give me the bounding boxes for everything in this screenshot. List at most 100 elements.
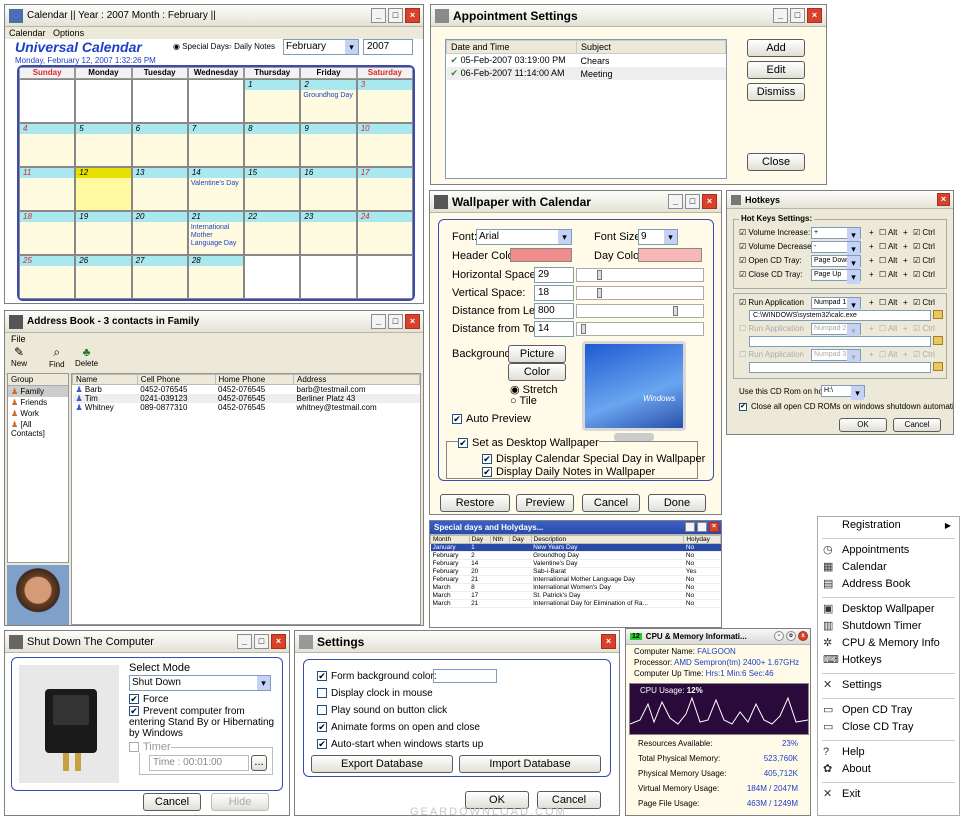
cancel-button[interactable]: Cancel [893,418,941,432]
slider-thumb[interactable] [673,306,678,316]
mode-select[interactable]: Shut Down [129,675,271,691]
hotkey-key-select[interactable]: Page Down [811,255,861,270]
tile-radio[interactable]: ○ Tile [510,395,537,407]
alt-checkbox[interactable]: ☐ Alt [879,298,897,307]
group-item[interactable]: ♟ Work [8,408,68,419]
menu-item-settings[interactable]: ✕ Settings [818,677,959,694]
export-database-button[interactable]: Export Database [311,755,453,773]
ctrl-checkbox[interactable]: ☑ Ctrl [913,242,935,251]
menu-item-calendar[interactable]: ▦ Calendar [818,559,959,576]
picture-button[interactable]: Picture [508,345,566,363]
wallpaper-titlebar[interactable]: Wallpaper with Calendar _ □ × [430,191,721,213]
minimize-icon[interactable]: _ [371,314,386,329]
table-row[interactable]: ♟ Tim 0241-039123 0452-076545 Berliner Plat… [72,394,420,403]
cdrom-select[interactable]: H:\ [821,385,865,400]
calendar-day-cell[interactable]: 6 [131,123,188,167]
month-select[interactable]: February [283,39,359,55]
color-button[interactable]: Color [508,363,566,381]
table-row[interactable]: ♟ Whitney 089-0877310 0452-076545 whitney@t… [73,403,420,412]
calendar-day-cell[interactable]: 26 [75,255,132,299]
appointment-list[interactable]: Date and Time Subject ✔ 05-Feb-2007 03:19… [445,39,727,179]
table-row[interactable]: March 17 St. Patrick's Day No [430,591,721,600]
shutdown-titlebar[interactable]: Shut Down The Computer _ □ × [5,631,289,653]
run-key-select[interactable]: Numpad 2 [811,323,861,338]
column-header[interactable]: Month [430,535,470,544]
table-row[interactable]: February 20 Sab-i-Barat Yes [430,567,721,576]
setting-checkbox[interactable]: Play sound on button click [317,705,447,716]
maximize-icon[interactable]: □ [685,194,700,209]
maximize-icon[interactable]: □ [697,522,707,532]
table-row[interactable]: January 1 New Years Day No [430,543,721,552]
calendar-day-cell[interactable]: 13 [131,167,188,211]
hotkey-key-select[interactable]: - [811,241,861,256]
alt-checkbox[interactable]: ☐ Alt [879,270,897,279]
menu-options[interactable]: Options [53,28,84,38]
event-label[interactable]: Valentine's Day [191,180,239,188]
hotkey-action-checkbox[interactable]: ☑ Open CD Tray: [739,256,802,265]
import-database-button[interactable]: Import Database [459,755,601,773]
calendar-day-cell[interactable]: 19 [75,211,132,255]
minimize-icon[interactable]: - [774,631,784,641]
calendar-day-cell[interactable]: 9 [300,123,357,167]
setting-checkbox[interactable]: ✔ Animate forms on open and close [317,722,480,733]
close-icon[interactable]: x [798,631,808,641]
timer-checkbox[interactable]: Timer [129,741,171,753]
dismiss-button[interactable]: Dismiss [747,83,805,101]
menu-item-close-cd-tray[interactable]: ▭ Close CD Tray [818,719,959,736]
table-row[interactable]: ♟ Barb 0452-076545 0452-076545 barb@testmai… [73,385,420,394]
calendar-day-cell[interactable]: 2 Groundhog Day [300,79,357,123]
ctrl-checkbox[interactable]: ☑ Ctrl [913,324,935,333]
calendar-day-cell[interactable]: 8 [244,123,301,167]
calendar-day-cell[interactable]: 15 [244,167,301,211]
run-key-select[interactable]: Numpad 1 [811,297,861,312]
group-item[interactable]: ♟ Family [8,386,68,397]
slider-thumb[interactable] [597,270,602,280]
column-header[interactable]: Address [293,374,420,385]
close-icon[interactable]: × [709,522,719,532]
menu-file[interactable]: File [5,333,423,345]
calendar-day-cell[interactable]: 20 [131,211,188,255]
table-row[interactable]: February 2 Groundhog Day No [430,551,721,560]
calendar-titlebar[interactable]: Calendar || Year : 2007 Month : February… [5,5,423,27]
close-all-checkbox[interactable]: ✔ Close all open CD ROMs on windows shutd… [739,402,953,411]
hotkeys-titlebar[interactable]: Hotkeys × [727,191,953,209]
table-row[interactable]: March 8 International Women's Day No [430,583,721,592]
setting-checkbox[interactable]: Display clock in mouse [317,688,433,699]
ctrl-checkbox[interactable]: ☑ Ctrl [913,270,935,279]
calendar-day-cell[interactable]: 23 [300,211,357,255]
slider-value-input[interactable]: 800 [534,303,574,319]
calendar-day-cell[interactable]: 17 [356,167,413,211]
table-row[interactable]: ✔ 06-Feb-2007 11:14:00 AM Meeting [446,67,726,80]
alt-checkbox[interactable]: ☐ Alt [879,350,897,359]
menu-item-exit[interactable]: ✕ Exit [818,786,959,803]
ctrl-checkbox[interactable]: ☑ Ctrl [913,256,935,265]
alt-checkbox[interactable]: ☐ Alt [879,324,897,333]
menu-item-cpu-memory-info[interactable]: ✲ CPU & Memory Info [818,635,959,652]
minimize-icon[interactable]: _ [773,8,788,23]
col-subject[interactable]: Subject [576,40,726,54]
group-item[interactable]: ♟ [All Contacts] [8,419,68,439]
calendar-day-cell[interactable]: 11 [19,167,76,211]
calendar-day-cell[interactable]: 16 [300,167,357,211]
minimize-icon[interactable]: _ [371,8,386,23]
ctrl-checkbox[interactable]: ☑ Ctrl [913,350,935,359]
alt-checkbox[interactable]: ☐ Alt [879,242,897,251]
mode-radio-special[interactable]: ◉ Special Days [173,42,229,51]
calendar-day-cell[interactable]: 1 [244,79,301,123]
menu-item-open-cd-tray[interactable]: ▭ Open CD Tray [818,702,959,719]
mode-radio-notes[interactable]: ○ Daily Notes [227,42,275,51]
preview-button[interactable]: Preview [516,494,574,512]
slider-thumb[interactable] [597,288,602,298]
close-icon[interactable]: × [601,634,616,649]
menu-item-about[interactable]: ✿ About [818,761,959,778]
folder-icon[interactable] [933,310,943,319]
menu-item-appointments[interactable]: ◷ Appointments [818,542,959,559]
folder-icon[interactable] [933,362,943,371]
menu-item-desktop-wallpaper[interactable]: ▣ Desktop Wallpaper [818,601,959,618]
alt-checkbox[interactable]: ☐ Alt [879,228,897,237]
special-titlebar[interactable]: Special days and Holydays... _ □ × [430,521,721,535]
folder-icon[interactable] [933,336,943,345]
settings-titlebar[interactable]: Settings × [295,631,619,653]
alt-checkbox[interactable]: ☐ Alt [879,256,897,265]
restore-default-button[interactable]: Restore Default [440,494,510,514]
